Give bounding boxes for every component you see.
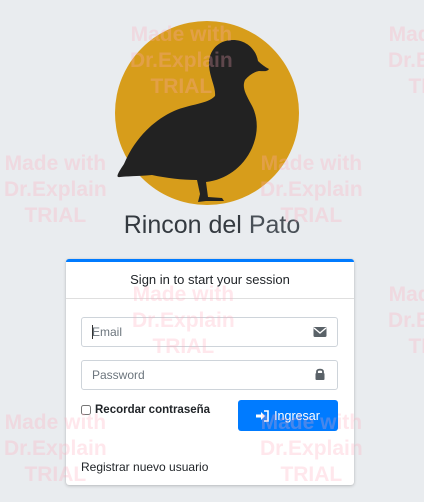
envelope-icon — [313, 327, 327, 337]
sign-in-icon — [256, 409, 269, 422]
remember-checkbox-row[interactable]: Recordar contraseña — [81, 404, 210, 416]
password-input-group — [81, 360, 338, 390]
login-button[interactable]: Ingresar — [238, 400, 338, 431]
watermark: Made with Dr.Explain TRIAL — [388, 283, 424, 358]
watermark: Made with Dr.Explain TRIAL — [388, 23, 424, 98]
brand-name-secondary: Pato — [248, 211, 301, 239]
brand-name-primary: Rincon del — [123, 211, 242, 239]
password-input[interactable] — [82, 361, 302, 389]
login-button-label: Ingresar — [274, 408, 320, 423]
register-link[interactable]: Registrar nuevo usuario — [81, 460, 208, 474]
remember-label: Recordar contraseña — [95, 404, 211, 416]
email-input-group — [81, 317, 338, 347]
login-card-header: Sign in to start your session — [66, 262, 354, 299]
lock-icon — [315, 368, 325, 380]
remember-checkbox[interactable] — [81, 405, 91, 415]
email-input[interactable] — [82, 318, 302, 346]
login-card: Sign in to start your session Recordar c… — [66, 259, 354, 485]
duck-logo — [115, 21, 299, 205]
brand-title: Rincon del Pato — [0, 211, 424, 240]
